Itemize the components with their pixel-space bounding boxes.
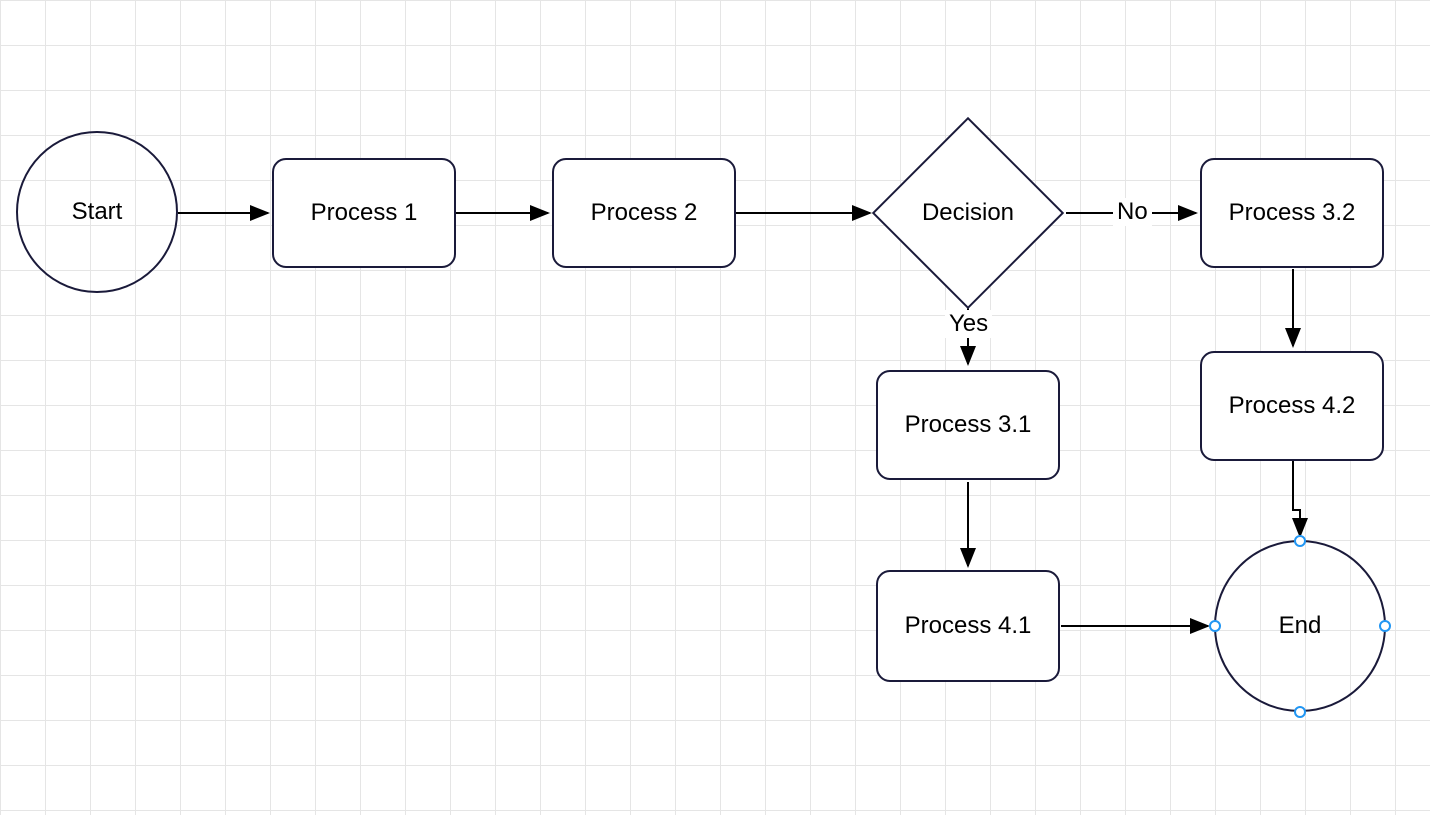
node-process-3-1-label: Process 3.1 <box>905 409 1032 440</box>
node-process-2-label: Process 2 <box>591 197 698 228</box>
node-end-label: End <box>1279 610 1322 641</box>
node-decision-label: Decision <box>900 145 1036 281</box>
selection-handle-left[interactable] <box>1209 620 1221 632</box>
node-process-3-2-label: Process 3.2 <box>1229 197 1356 228</box>
selection-handle-top[interactable] <box>1294 535 1306 547</box>
node-process-1[interactable]: Process 1 <box>272 158 456 268</box>
node-process-4-2[interactable]: Process 4.2 <box>1200 351 1384 461</box>
node-end[interactable]: End <box>1214 540 1386 712</box>
node-process-4-1[interactable]: Process 4.1 <box>876 570 1060 682</box>
node-decision[interactable]: Decision <box>900 145 1036 281</box>
node-start[interactable]: Start <box>16 131 178 293</box>
node-start-label: Start <box>72 196 123 227</box>
node-process-3-1[interactable]: Process 3.1 <box>876 370 1060 480</box>
node-process-2[interactable]: Process 2 <box>552 158 736 268</box>
selection-handle-bottom[interactable] <box>1294 706 1306 718</box>
node-process-3-2[interactable]: Process 3.2 <box>1200 158 1384 268</box>
node-process-1-label: Process 1 <box>311 197 418 228</box>
edge-label-yes: Yes <box>945 310 992 338</box>
edge-label-no: No <box>1113 198 1152 226</box>
node-process-4-2-label: Process 4.2 <box>1229 390 1356 421</box>
diagram-canvas[interactable]: Start Process 1 Process 2 Decision Proce… <box>0 0 1430 815</box>
node-process-4-1-label: Process 4.1 <box>905 610 1032 641</box>
selection-handle-right[interactable] <box>1379 620 1391 632</box>
